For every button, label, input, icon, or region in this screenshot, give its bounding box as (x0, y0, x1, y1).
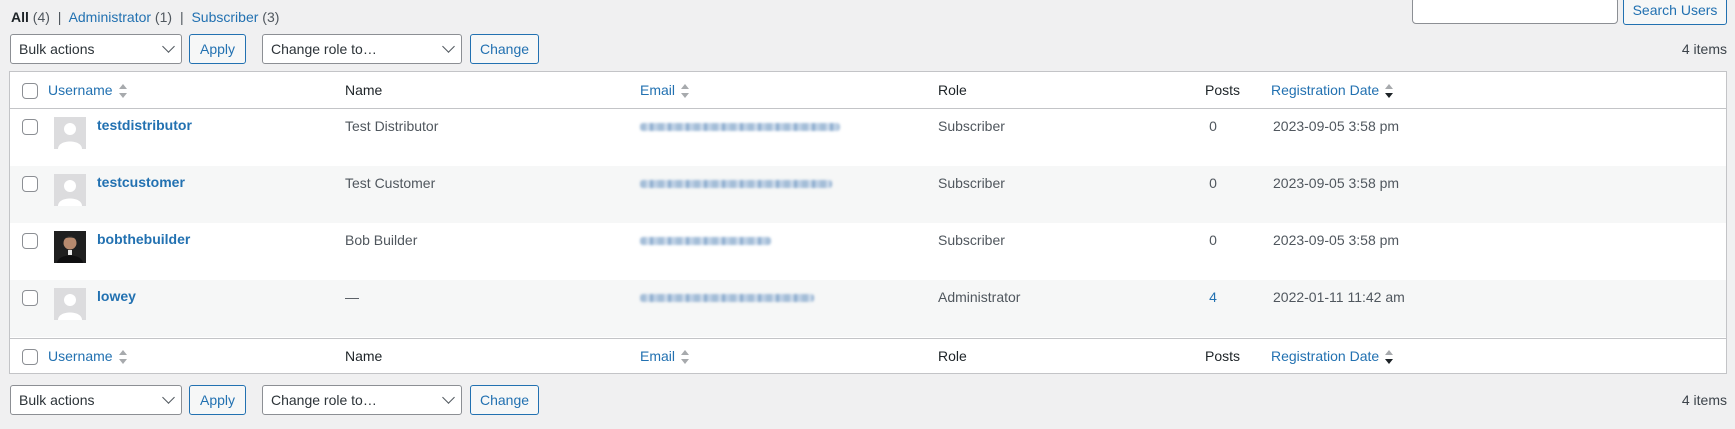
row-checkbox[interactable] (22, 119, 38, 135)
select-all-checkbox[interactable] (22, 349, 38, 365)
row-checkbox[interactable] (22, 233, 38, 249)
sort-desc-icon (1384, 350, 1394, 365)
email-link-blurred[interactable] (640, 237, 771, 245)
filter-subscriber-count: (3) (262, 9, 280, 25)
column-email[interactable]: Email (640, 82, 690, 99)
username-link[interactable]: testcustomer (97, 174, 185, 190)
apply-button[interactable]: Apply (189, 34, 246, 64)
user-role-filters: All (4) | Administrator (1) | Subscriber… (11, 9, 279, 25)
bulk-actions-select[interactable]: Bulk actions (10, 34, 182, 64)
filter-administrator-count: (1) (154, 9, 173, 25)
row-checkbox[interactable] (22, 176, 38, 192)
table-header-row: Username Name Email Role Posts Registrat… (10, 72, 1726, 109)
filter-separator: | (179, 9, 184, 25)
column-username-label[interactable]: Username (48, 348, 113, 364)
column-username[interactable]: Username (48, 82, 128, 99)
email-link-blurred[interactable] (640, 123, 840, 131)
user-name: Bob Builder (345, 232, 418, 248)
tablenav-top: Bulk actions Apply Change role to… Chang… (10, 34, 1727, 64)
column-posts: Posts (1205, 348, 1241, 364)
user-role: Subscriber (938, 232, 1005, 248)
user-name: — (345, 289, 359, 305)
bulk-actions-select[interactable]: Bulk actions (10, 385, 182, 415)
change-role-label: Change role to… (271, 41, 377, 57)
user-name: Test Customer (345, 175, 436, 191)
table-row: lowey — Administrator 4 2022-01-11 11:42… (10, 280, 1726, 337)
change-role-select[interactable]: Change role to… (262, 385, 462, 415)
column-role: Role (938, 82, 967, 98)
default-avatar-icon (54, 174, 86, 206)
change-role-label: Change role to… (271, 392, 377, 408)
bulk-actions-label: Bulk actions (19, 392, 95, 408)
user-registered: 2023-09-05 3:58 pm (1273, 232, 1400, 248)
column-posts: Posts (1205, 82, 1241, 98)
column-email-label[interactable]: Email (640, 82, 675, 98)
chevron-down-icon (162, 40, 175, 53)
column-registration-date-label[interactable]: Registration Date (1271, 348, 1379, 364)
column-name: Name (345, 82, 383, 98)
sort-icon (680, 84, 690, 99)
change-role-button[interactable]: Change (470, 385, 539, 415)
user-registered: 2023-09-05 3:58 pm (1273, 175, 1400, 191)
column-email-label[interactable]: Email (640, 348, 675, 364)
username-link[interactable]: lowey (97, 288, 136, 304)
items-count: 4 items (1681, 41, 1727, 57)
tablenav-bottom: Bulk actions Apply Change role to… Chang… (10, 385, 1727, 415)
filter-subscriber-link[interactable]: Subscriber (191, 9, 258, 25)
default-avatar-icon (54, 288, 86, 320)
column-registration-date[interactable]: Registration Date (1271, 348, 1394, 365)
filter-all-link[interactable]: All (11, 9, 29, 25)
select-all-checkbox[interactable] (22, 83, 38, 99)
table-row: testdistributor Test Distributor Subscri… (10, 109, 1726, 166)
filter-separator: | (57, 9, 62, 25)
username-link[interactable]: testdistributor (97, 117, 192, 133)
apply-button[interactable]: Apply (189, 385, 246, 415)
user-registered: 2023-09-05 3:58 pm (1273, 118, 1400, 134)
user-posts: 0 (1209, 175, 1217, 191)
sort-desc-icon (1384, 84, 1394, 99)
user-posts: 0 (1209, 232, 1217, 248)
filter-all-count: (4) (32, 9, 50, 25)
table-footer-row: Username Name Email Role Posts Registrat… (10, 338, 1726, 374)
change-role-select[interactable]: Change role to… (262, 34, 462, 64)
table-row: bobthebuilder Bob Builder Subscriber 0 2… (10, 223, 1726, 280)
email-link-blurred[interactable] (640, 180, 832, 188)
column-email[interactable]: Email (640, 348, 690, 365)
user-role: Subscriber (938, 118, 1005, 134)
user-posts: 0 (1209, 118, 1217, 134)
chevron-down-icon (162, 391, 175, 404)
username-link[interactable]: bobthebuilder (97, 231, 190, 247)
user-posts-link[interactable]: 4 (1203, 289, 1223, 305)
search-users-button[interactable]: Search Users (1623, 0, 1727, 25)
column-role: Role (938, 348, 967, 364)
user-registered: 2022-01-11 11:42 am (1273, 289, 1405, 305)
user-photo-avatar (54, 231, 86, 263)
items-count: 4 items (1681, 392, 1727, 408)
table-row: testcustomer Test Customer Subscriber 0 … (10, 166, 1726, 223)
column-username[interactable]: Username (48, 348, 128, 365)
sort-icon (680, 350, 690, 365)
sort-icon (118, 84, 128, 99)
bulk-actions-label: Bulk actions (19, 41, 95, 57)
default-avatar-icon (54, 117, 86, 149)
chevron-down-icon (442, 391, 455, 404)
column-username-label[interactable]: Username (48, 82, 113, 98)
filter-administrator-link[interactable]: Administrator (69, 9, 151, 25)
sort-icon (118, 350, 128, 365)
change-role-button[interactable]: Change (470, 34, 539, 64)
user-role: Subscriber (938, 175, 1005, 191)
chevron-down-icon (442, 40, 455, 53)
search-users-input[interactable] (1412, 0, 1618, 24)
row-checkbox[interactable] (22, 290, 38, 306)
column-registration-date-label[interactable]: Registration Date (1271, 82, 1379, 98)
user-name: Test Distributor (345, 118, 439, 134)
email-link-blurred[interactable] (640, 294, 814, 302)
column-registration-date[interactable]: Registration Date (1271, 82, 1394, 99)
user-role: Administrator (938, 289, 1021, 305)
column-name: Name (345, 348, 383, 364)
users-table: Username Name Email Role Posts Registrat… (9, 71, 1727, 374)
